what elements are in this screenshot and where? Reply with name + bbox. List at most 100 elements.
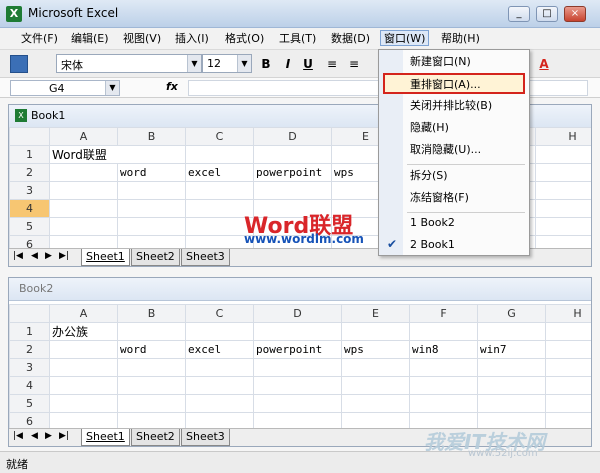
cell[interactable] (477, 394, 546, 413)
menu-item-book1[interactable]: 2 Book1 (380, 235, 529, 256)
cell[interactable] (185, 376, 254, 395)
next-sheet-icon[interactable]: ▶ (45, 431, 52, 441)
align-center-icon[interactable]: ≡ (344, 55, 364, 73)
cell[interactable]: win7 (477, 340, 546, 359)
menu-item-hide[interactable]: 隐藏(H) (380, 118, 529, 139)
row-header[interactable]: 3 (9, 358, 50, 377)
row-header[interactable]: 1 (9, 322, 50, 341)
menu-data[interactable]: 数据(D) (328, 31, 373, 47)
cell[interactable] (185, 322, 254, 341)
row-header[interactable]: 5 (9, 217, 50, 236)
cell[interactable] (253, 394, 342, 413)
row-header[interactable]: 1 (9, 145, 50, 164)
cell[interactable] (545, 376, 591, 395)
minimize-button[interactable]: _ (508, 6, 530, 22)
tab-sheet3[interactable]: Sheet3 (181, 429, 230, 446)
column-header[interactable]: B (117, 304, 186, 323)
menu-view[interactable]: 视图(V) (120, 31, 164, 47)
column-header[interactable]: D (253, 127, 332, 146)
cell[interactable] (253, 322, 342, 341)
italic-button[interactable]: I (278, 55, 298, 73)
cell[interactable]: powerpoint (253, 163, 332, 182)
cell[interactable] (185, 358, 254, 377)
cell[interactable] (545, 340, 591, 359)
column-header[interactable]: C (185, 304, 254, 323)
cell[interactable]: powerpoint (253, 340, 342, 359)
cell[interactable] (49, 358, 118, 377)
cell[interactable] (49, 199, 118, 218)
workbook-window-book2[interactable]: Book2 A B C D E F G H 1 办公族 2 word excel… (8, 277, 592, 447)
select-all-corner[interactable] (9, 304, 50, 323)
cell[interactable] (409, 376, 478, 395)
cell[interactable] (49, 340, 118, 359)
row-header[interactable]: 2 (9, 163, 50, 182)
column-header[interactable]: H (545, 304, 591, 323)
cell[interactable] (117, 376, 186, 395)
align-left-icon[interactable]: ≡ (322, 55, 342, 73)
tab-sheet2[interactable]: Sheet2 (131, 249, 180, 266)
cell[interactable] (545, 358, 591, 377)
cell[interactable] (49, 394, 118, 413)
next-sheet-icon[interactable]: ▶ (45, 251, 52, 261)
cell[interactable] (409, 322, 478, 341)
menu-file[interactable]: 文件(F) (18, 31, 61, 47)
column-header[interactable]: A (49, 304, 118, 323)
prev-sheet-icon[interactable]: ◀ (31, 251, 38, 261)
tab-sheet3[interactable]: Sheet3 (181, 249, 230, 266)
cell[interactable] (341, 394, 410, 413)
first-sheet-icon[interactable]: |◀ (13, 431, 23, 441)
cell[interactable]: excel (185, 163, 254, 182)
column-header[interactable]: D (253, 304, 342, 323)
menu-item-new-window[interactable]: 新建窗口(N) (380, 52, 529, 73)
column-header[interactable]: H (535, 127, 591, 146)
menu-format[interactable]: 格式(O) (222, 31, 267, 47)
column-header[interactable]: C (185, 127, 254, 146)
cell[interactable] (117, 199, 186, 218)
cell[interactable] (253, 181, 332, 200)
cell[interactable] (117, 358, 186, 377)
row-header[interactable]: 5 (9, 394, 50, 413)
cell[interactable] (545, 394, 591, 413)
cell[interactable] (477, 358, 546, 377)
bold-button[interactable]: B (256, 55, 276, 73)
cell-a1[interactable]: Word联盟 (49, 145, 186, 164)
cell[interactable] (535, 145, 591, 164)
cell-a1[interactable]: 办公族 (49, 322, 118, 341)
column-header[interactable]: G (477, 304, 546, 323)
row-header[interactable]: 4 (9, 376, 50, 395)
select-all-corner[interactable] (9, 127, 50, 146)
cell[interactable] (117, 217, 186, 236)
last-sheet-icon[interactable]: ▶| (59, 251, 69, 261)
cell[interactable] (253, 145, 332, 164)
fx-icon[interactable]: fx (166, 80, 178, 93)
row-header[interactable]: 3 (9, 181, 50, 200)
menu-item-arrange-windows[interactable]: 重排窗口(A)... (383, 73, 525, 94)
cell[interactable] (185, 394, 254, 413)
menu-tools[interactable]: 工具(T) (276, 31, 319, 47)
cell[interactable] (117, 394, 186, 413)
menu-item-unhide[interactable]: 取消隐藏(U)... (380, 140, 529, 161)
menu-item-split[interactable]: 拆分(S) (380, 166, 529, 187)
cell[interactable] (477, 322, 546, 341)
menu-edit[interactable]: 编辑(E) (68, 31, 112, 47)
menu-insert[interactable]: 插入(I) (172, 31, 212, 47)
chevron-down-icon[interactable]: ▼ (187, 55, 201, 72)
cell[interactable] (253, 376, 342, 395)
cell[interactable]: win8 (409, 340, 478, 359)
cell[interactable] (185, 181, 254, 200)
cell[interactable] (117, 181, 186, 200)
cell[interactable]: wps (341, 340, 410, 359)
cell[interactable] (535, 181, 591, 200)
cell[interactable] (545, 322, 591, 341)
cell[interactable] (185, 145, 254, 164)
last-sheet-icon[interactable]: ▶| (59, 431, 69, 441)
first-sheet-icon[interactable]: |◀ (13, 251, 23, 261)
cell[interactable] (535, 217, 591, 236)
cell[interactable] (535, 163, 591, 182)
spreadsheet-grid[interactable]: A B C D E F G H 1 办公族 2 word excel power… (9, 304, 591, 431)
chevron-down-icon[interactable]: ▼ (237, 55, 251, 72)
cell[interactable] (49, 217, 118, 236)
cell[interactable] (477, 376, 546, 395)
cell[interactable] (49, 163, 118, 182)
chevron-down-icon[interactable]: ▼ (105, 81, 119, 95)
